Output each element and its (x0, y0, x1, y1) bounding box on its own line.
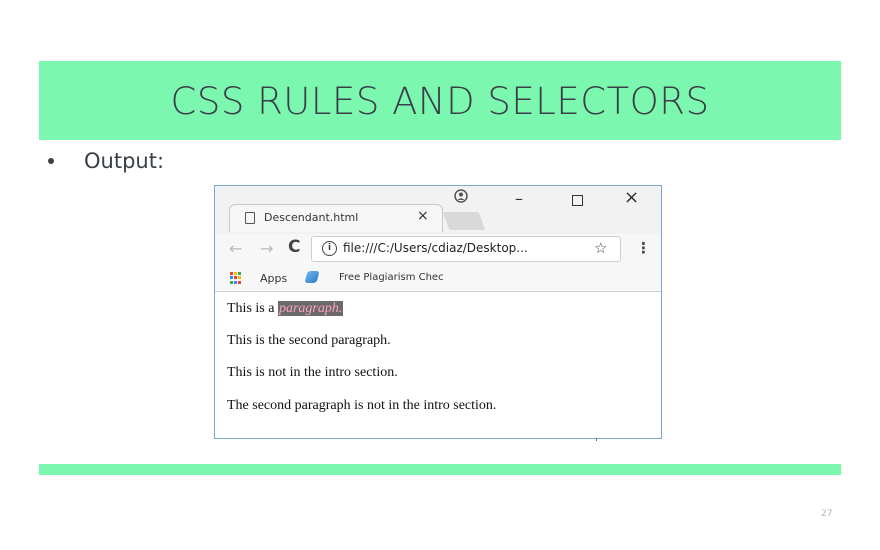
apps-grid-icon[interactable] (230, 272, 242, 284)
profile-icon[interactable] (454, 189, 468, 207)
paragraph-3: This is not in the intro section. (227, 365, 398, 380)
star-icon[interactable]: ☆ (594, 239, 607, 257)
minimize-button[interactable]: – (515, 189, 523, 208)
paragraph-1-prefix: This is a (227, 301, 278, 316)
page-number: 27 (821, 509, 833, 519)
address-bar[interactable]: i file:///C:/Users/cdiaz/Desktop... ☆ (311, 236, 621, 262)
window-close-button[interactable]: × (624, 187, 639, 208)
new-tab-button[interactable] (442, 212, 486, 230)
tab-title: Descendant.html (264, 211, 359, 224)
document-icon (245, 212, 255, 224)
bullet-dot-icon (48, 158, 54, 164)
bookmarks-bar: Apps Free Plagiarism Chec (215, 266, 661, 292)
apps-bookmark[interactable]: Apps (260, 272, 287, 285)
browser-titlebar: Descendant.html × – × (215, 186, 661, 234)
plagiarism-bookmark[interactable]: Free Plagiarism Chec (339, 272, 455, 283)
reload-icon[interactable]: C (288, 237, 300, 257)
browser-tab[interactable]: Descendant.html × (229, 204, 443, 232)
slide-title: CSS RULES AND SELECTORS (170, 80, 710, 123)
paragraph-4: The second paragraph is not in the intro… (227, 398, 497, 413)
forward-arrow-icon[interactable]: → (260, 239, 273, 258)
tab-close-icon[interactable]: × (417, 208, 429, 224)
browser-toolbar: ← → C i file:///C:/Users/cdiaz/Desktop..… (215, 234, 661, 266)
paragraph-2: This is the second paragraph. (227, 333, 391, 348)
info-icon[interactable]: i (322, 241, 337, 256)
slide: CSS RULES AND SELECTORS Output: Descenda… (0, 0, 880, 550)
highlighted-word: paragraph. (277, 301, 344, 316)
url-text[interactable]: file:///C:/Users/cdiaz/Desktop... (343, 241, 528, 255)
paragraph-1: This is a paragraph. (227, 301, 344, 317)
decorative-tick (596, 438, 597, 441)
menu-icon[interactable]: ⋮ (636, 239, 651, 257)
bottom-accent-bar (39, 464, 841, 475)
maximize-button[interactable] (572, 195, 583, 206)
title-bar: CSS RULES AND SELECTORS (39, 61, 841, 140)
back-arrow-icon[interactable]: ← (229, 239, 242, 258)
page-content: This is a paragraph. This is the second … (215, 292, 661, 438)
browser-window: Descendant.html × – × ← → C i file:///C:… (214, 185, 662, 439)
bookmark-favicon-icon (304, 271, 320, 283)
bullet-text: Output: (84, 149, 165, 173)
bullet-item: Output: (48, 149, 164, 173)
